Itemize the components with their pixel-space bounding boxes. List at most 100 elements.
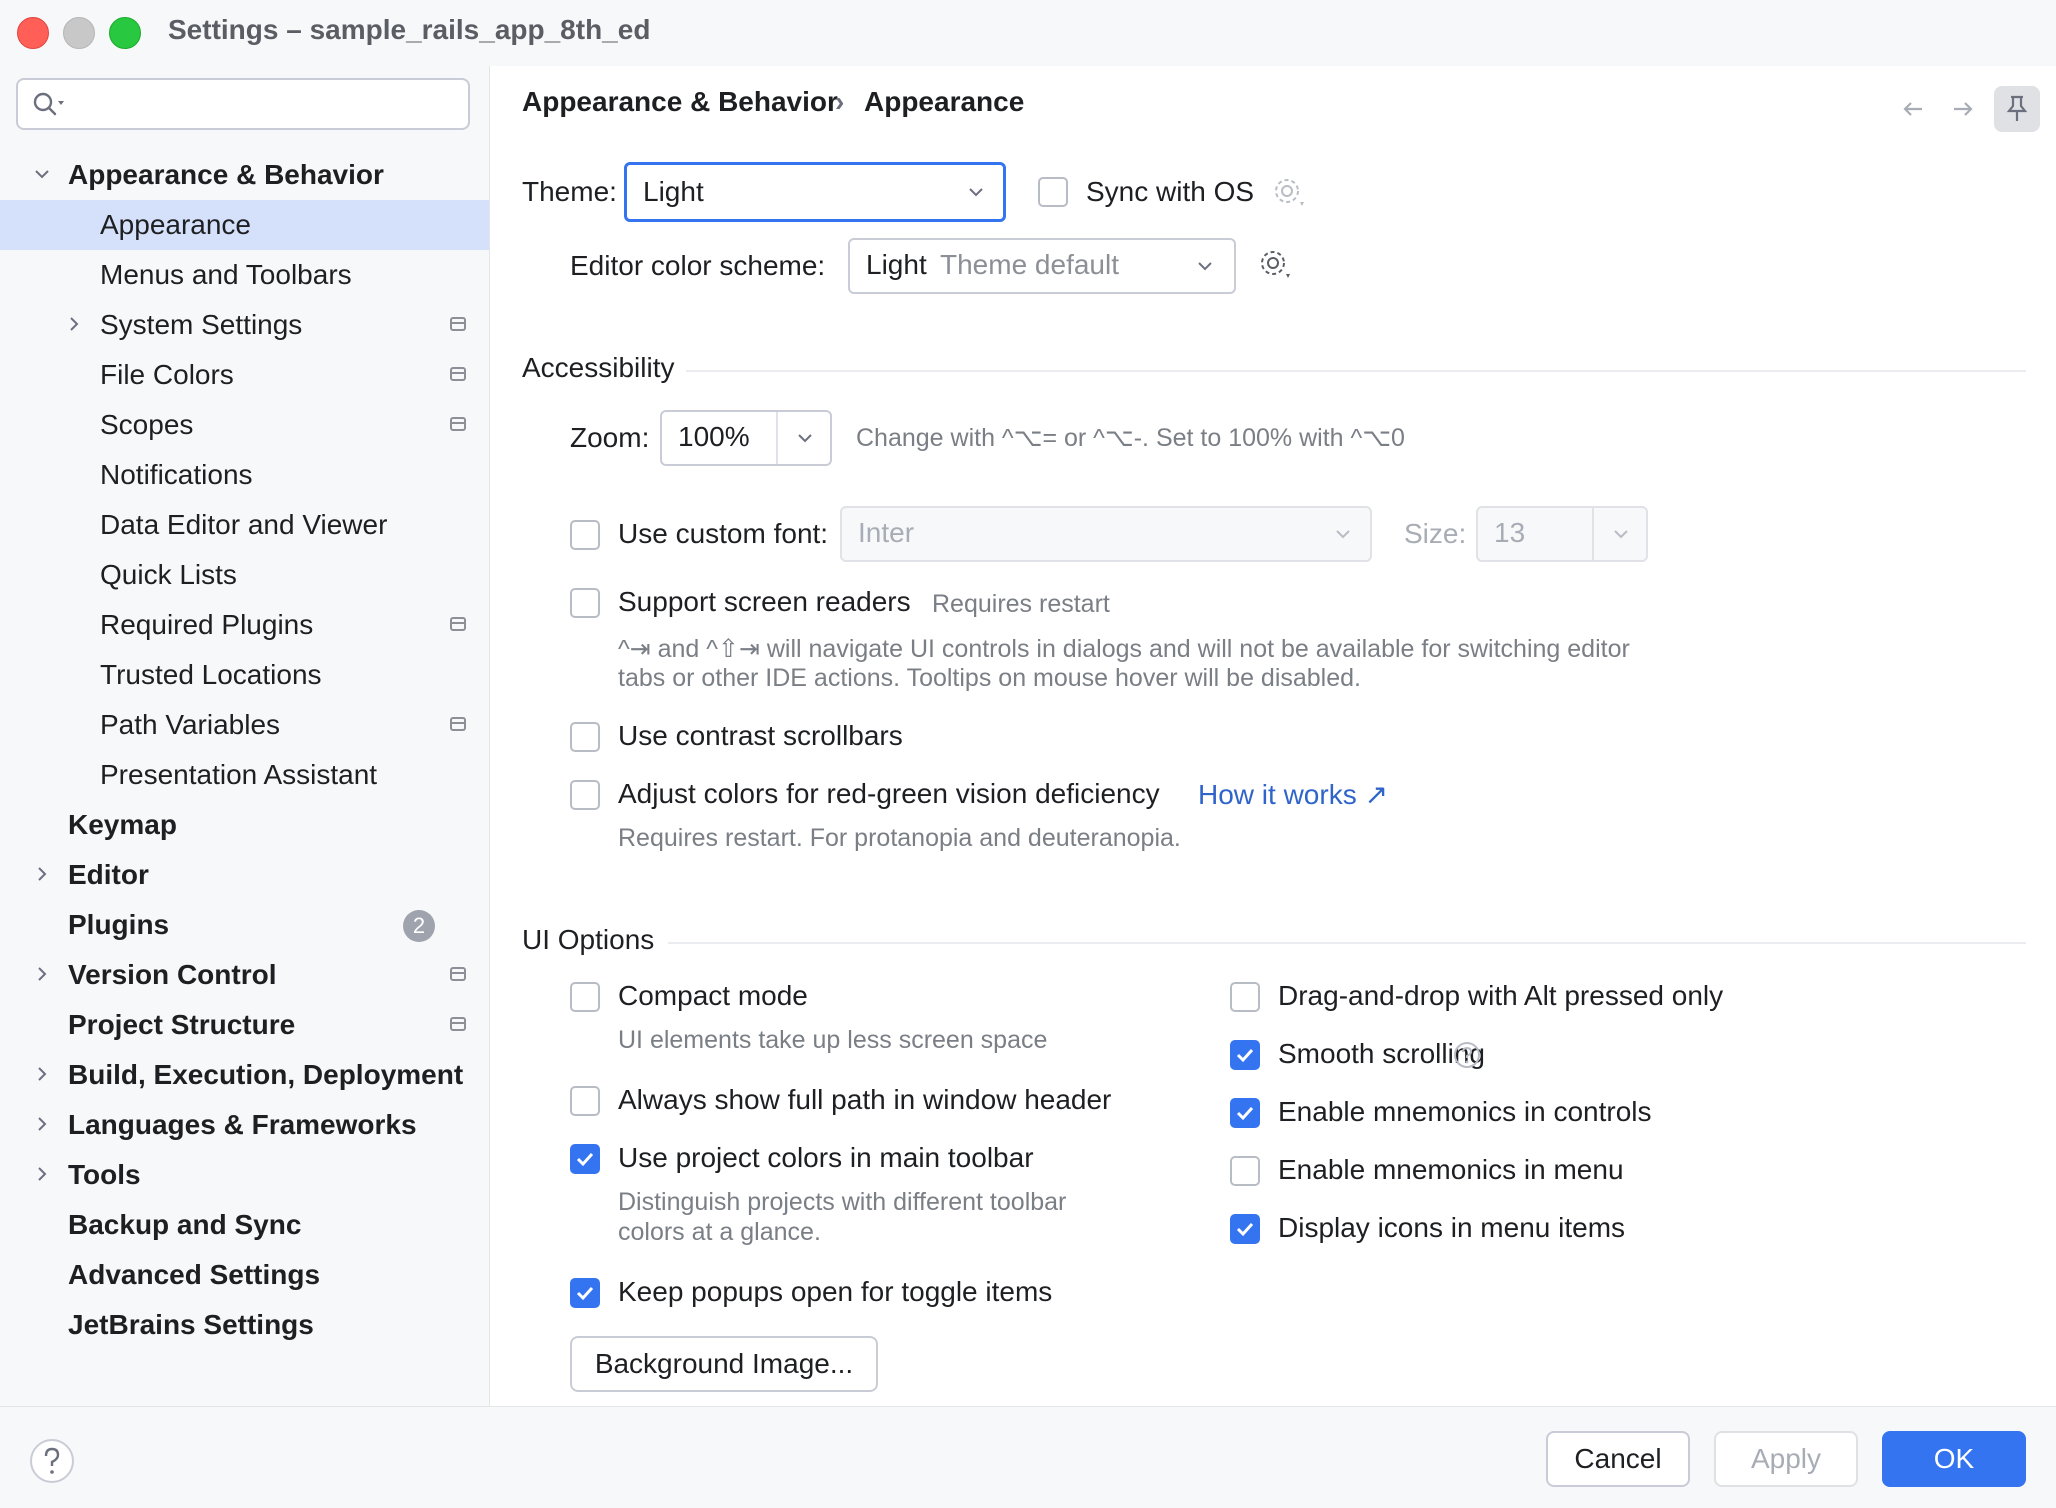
tree-item-project-structure[interactable]: Project Structure bbox=[0, 1000, 489, 1050]
help-icon[interactable] bbox=[28, 1437, 76, 1485]
mnemonics-menu-checkbox[interactable] bbox=[1230, 1156, 1260, 1186]
project-colors-checkbox[interactable] bbox=[570, 1144, 600, 1174]
chevron-right-icon[interactable] bbox=[32, 864, 52, 884]
tree-item-advanced-settings[interactable]: Advanced Settings bbox=[0, 1250, 489, 1300]
ok-button[interactable]: OK bbox=[1882, 1431, 2026, 1487]
checkmark-icon bbox=[1236, 1222, 1254, 1237]
tree-item-label: System Settings bbox=[100, 309, 303, 340]
zoom-combobox[interactable]: 100% bbox=[660, 410, 832, 466]
mnemonics-menu-label: Enable mnemonics in menu bbox=[1278, 1154, 1624, 1185]
tree-item-label: Tools bbox=[68, 1159, 141, 1190]
tree-item-menus-toolbars[interactable]: Menus and Toolbars bbox=[0, 250, 489, 300]
red-green-checkbox[interactable] bbox=[570, 780, 600, 810]
chevron-down-icon bbox=[969, 188, 983, 197]
gear-icon[interactable] bbox=[1272, 176, 1306, 210]
custom-font-checkbox[interactable] bbox=[570, 520, 600, 550]
back-arrow-icon[interactable] bbox=[1898, 94, 1928, 124]
gear-icon[interactable] bbox=[1258, 248, 1292, 282]
project-level-icon bbox=[450, 717, 466, 731]
forward-arrow-icon[interactable] bbox=[1948, 94, 1978, 124]
contrast-scrollbars-checkbox[interactable] bbox=[570, 722, 600, 752]
sync-with-os-checkbox[interactable] bbox=[1038, 177, 1068, 207]
tree-item-label: Version Control bbox=[68, 959, 277, 990]
tree-item-system-settings[interactable]: System Settings bbox=[0, 300, 489, 350]
background-image-button[interactable]: Background Image... bbox=[570, 1336, 878, 1392]
tree-item-languages-frameworks[interactable]: Languages & Frameworks bbox=[0, 1100, 489, 1150]
pin-button[interactable] bbox=[1994, 86, 2040, 132]
tree-item-label: Appearance bbox=[100, 209, 252, 240]
chevron-down-icon bbox=[1614, 530, 1628, 539]
tree-item-keymap[interactable]: Keymap bbox=[0, 800, 489, 850]
search-input[interactable] bbox=[16, 78, 470, 130]
breadcrumb-parent[interactable]: Appearance & Behavior bbox=[522, 86, 838, 118]
tree-item-build-execution[interactable]: Build, Execution, Deployment bbox=[0, 1050, 489, 1100]
editor-scheme-label: Editor color scheme: bbox=[570, 250, 826, 281]
chevron-right-icon[interactable] bbox=[32, 1164, 52, 1184]
theme-dropdown[interactable]: Light bbox=[624, 162, 1006, 222]
tree-item-appearance[interactable]: Appearance bbox=[0, 200, 489, 250]
tree-item-jetbrains-settings[interactable]: JetBrains Settings bbox=[0, 1300, 489, 1350]
cancel-button[interactable]: Cancel bbox=[1546, 1431, 1690, 1487]
checkmark-icon bbox=[1236, 1106, 1254, 1121]
tree-item-required-plugins[interactable]: Required Plugins bbox=[0, 600, 489, 650]
tree-item-appearance-behavior[interactable]: Appearance & Behavior bbox=[0, 150, 489, 200]
chevron-right-icon[interactable] bbox=[32, 1064, 52, 1084]
tree-item-backup-sync[interactable]: Backup and Sync bbox=[0, 1200, 489, 1250]
pin-icon bbox=[2006, 95, 2028, 121]
maximize-window-button[interactable] bbox=[109, 17, 141, 49]
apply-button[interactable]: Apply bbox=[1714, 1431, 1858, 1487]
combo-divider bbox=[776, 412, 778, 464]
chevron-right-icon[interactable] bbox=[32, 964, 52, 984]
screen-readers-description: tabs or other IDE actions. Tooltips on m… bbox=[618, 664, 1361, 692]
chevron-down-icon[interactable] bbox=[32, 164, 52, 184]
chevron-down-icon[interactable] bbox=[796, 429, 814, 447]
minimize-window-button[interactable] bbox=[63, 17, 95, 49]
tree-item-label: Advanced Settings bbox=[68, 1259, 321, 1290]
project-level-icon bbox=[450, 417, 466, 431]
mnemonics-controls-checkbox[interactable] bbox=[1230, 1098, 1260, 1128]
icons-menu-checkbox[interactable] bbox=[1230, 1214, 1260, 1244]
project-level-icon bbox=[450, 1017, 466, 1031]
tree-item-tools[interactable]: Tools bbox=[0, 1150, 489, 1200]
tree-item-notifications[interactable]: Notifications bbox=[0, 450, 489, 500]
tree-item-data-editor[interactable]: Data Editor and Viewer bbox=[0, 500, 489, 550]
tree-item-label: File Colors bbox=[100, 359, 234, 390]
custom-font-dropdown[interactable]: Inter bbox=[840, 506, 1372, 562]
tree-item-label: JetBrains Settings bbox=[68, 1309, 314, 1340]
tree-item-quick-lists[interactable]: Quick Lists bbox=[0, 550, 489, 600]
tree-item-label: Appearance & Behavior bbox=[68, 159, 384, 190]
tree-item-plugins[interactable]: Plugins 2 bbox=[0, 900, 489, 950]
tree-item-version-control[interactable]: Version Control bbox=[0, 950, 489, 1000]
compact-mode-checkbox[interactable] bbox=[570, 982, 600, 1012]
how-it-works-link[interactable]: How it works ↗ bbox=[1198, 778, 1388, 811]
question-icon[interactable] bbox=[1452, 1040, 1482, 1070]
tree-item-file-colors[interactable]: File Colors bbox=[0, 350, 489, 400]
editor-scheme-dropdown[interactable]: Light Theme default bbox=[848, 238, 1236, 294]
red-green-label: Adjust colors for red-green vision defic… bbox=[618, 778, 1160, 809]
tree-item-label: Build, Execution, Deployment bbox=[68, 1059, 464, 1090]
section-divider bbox=[668, 942, 2026, 944]
tree-item-scopes[interactable]: Scopes bbox=[0, 400, 489, 450]
font-size-combobox[interactable]: 13 bbox=[1476, 506, 1648, 562]
chevron-right-icon[interactable] bbox=[64, 314, 84, 334]
drag-drop-checkbox[interactable] bbox=[1230, 982, 1260, 1012]
full-path-checkbox[interactable] bbox=[570, 1086, 600, 1116]
tree-item-trusted-locations[interactable]: Trusted Locations bbox=[0, 650, 489, 700]
tree-item-path-variables[interactable]: Path Variables bbox=[0, 700, 489, 750]
project-colors-label: Use project colors in main toolbar bbox=[618, 1142, 1034, 1173]
breadcrumb-separator: › bbox=[835, 86, 845, 117]
close-window-button[interactable] bbox=[17, 17, 49, 49]
tree-item-label: Editor bbox=[68, 859, 149, 890]
font-size-value: 13 bbox=[1494, 517, 1526, 548]
icons-menu-label: Display icons in menu items bbox=[1278, 1212, 1626, 1243]
chevron-right-icon[interactable] bbox=[32, 1114, 52, 1134]
smooth-scrolling-checkbox[interactable] bbox=[1230, 1040, 1260, 1070]
tree-item-presentation-assistant[interactable]: Presentation Assistant bbox=[0, 750, 489, 800]
screen-readers-checkbox[interactable] bbox=[570, 588, 600, 618]
chevron-down-icon bbox=[1336, 530, 1350, 539]
search-icon[interactable] bbox=[32, 90, 68, 120]
full-path-label: Always show full path in window header bbox=[618, 1084, 1112, 1115]
tree-item-editor[interactable]: Editor bbox=[0, 850, 489, 900]
checkmark-icon bbox=[576, 1286, 594, 1301]
keep-popups-checkbox[interactable] bbox=[570, 1278, 600, 1308]
